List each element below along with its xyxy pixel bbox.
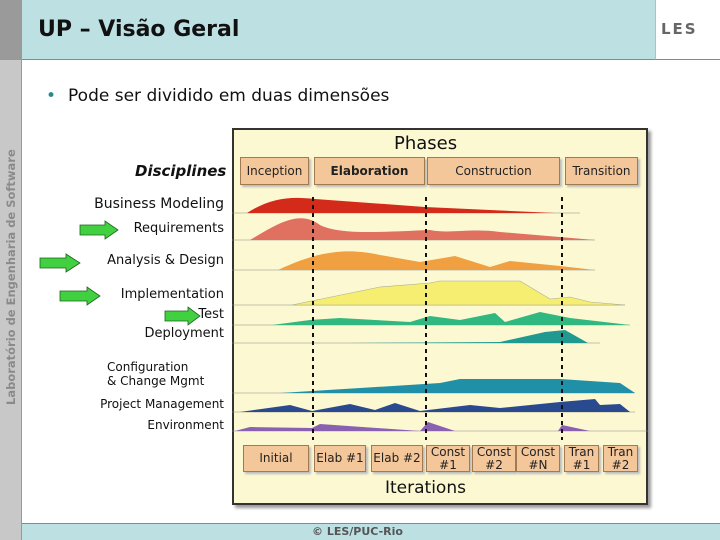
iteration-tran-2: Tran #2 [603,445,638,472]
hump-implementation [291,280,626,306]
iteration-initial: Initial [243,445,309,472]
iteration-const-n: Const #N [516,445,560,472]
arrow-implementation [59,286,101,306]
hump-environment [235,422,590,431]
iteration-elab-1: Elab #1 [314,445,366,472]
footer: © LES/PUC-Rio [22,523,720,540]
iteration-const-1: Const #1 [426,445,470,472]
arrow-analysis-design [39,253,81,273]
hump-test [272,312,630,325]
iteration-elab-2: Elab #2 [371,445,423,472]
hump-analysis-design [278,251,595,270]
arrow-test [164,306,201,326]
iteration-tran-1: Tran #1 [564,445,599,472]
footer-text: © LES/PUC-Rio [312,525,403,538]
hump-project-management [240,399,630,412]
hump-deployment [350,330,588,343]
iterations-title: Iterations [385,478,466,498]
iteration-const-2: Const #2 [472,445,516,472]
hump-requirements [250,218,595,240]
hump-configuration [280,379,635,393]
hump-business-modeling [247,197,555,213]
arrow-requirements [79,220,119,240]
